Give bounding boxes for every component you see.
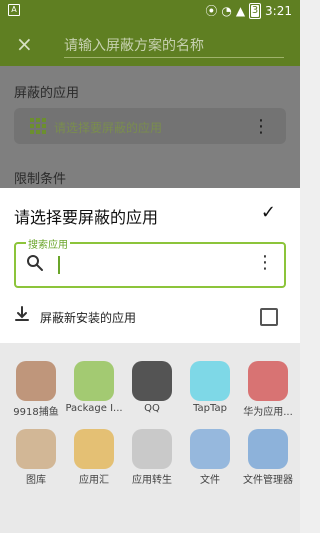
confirm-check-icon[interactable]: ✓ xyxy=(261,202,276,223)
blocked-apps-card[interactable]: 请选择要屏蔽的应用 ⋮ xyxy=(14,108,286,144)
apps-grid: 9918捕鱼 Package I... QQ TapTap 华为应用... 图库 应用汇 应用… xyxy=(0,343,300,533)
app-label: Package I... xyxy=(65,403,123,414)
search-field-label: 搜索应用 xyxy=(26,236,70,251)
more-icon[interactable]: ⋮ xyxy=(252,116,270,137)
signal-icon: ▲ xyxy=(235,3,246,18)
app-icon xyxy=(74,361,114,401)
section-label-restrictions: 限制条件 xyxy=(14,172,67,187)
app-item[interactable]: Package I... xyxy=(64,361,124,414)
blocked-apps-card-text: 请选择要屏蔽的应用 xyxy=(54,121,163,135)
section-label-blocked-apps: 屏蔽的应用 xyxy=(14,86,80,101)
status-icons: ⦿ ◔ ▲ 3 3:21 xyxy=(205,2,292,19)
app-item[interactable]: 文件管理器 xyxy=(238,429,298,486)
battery-level: 3 xyxy=(251,4,260,17)
app-label: 应用汇 xyxy=(79,475,109,486)
search-app-field[interactable]: 搜索应用 ⋮ xyxy=(14,236,286,288)
status-a-icon: A xyxy=(8,4,20,16)
close-icon[interactable]: × xyxy=(16,32,33,56)
block-new-installs-row[interactable]: 屏蔽新安装的应用 xyxy=(14,306,286,328)
app-label: 文件管理器 xyxy=(243,475,293,486)
app-label: 应用转生 xyxy=(132,475,172,486)
app-picker-sheet: 请选择要屏蔽的应用 ✓ 搜索应用 ⋮ 屏蔽新安装的应用 xyxy=(0,188,300,343)
app-item[interactable]: 应用汇 xyxy=(64,429,124,486)
app-icon xyxy=(190,361,230,401)
wifi-icon: ◔ xyxy=(221,3,232,18)
app-icon xyxy=(132,361,172,401)
app-item[interactable]: 文件 xyxy=(180,429,240,486)
app-label: QQ xyxy=(144,403,160,414)
download-icon xyxy=(15,306,29,321)
app-item[interactable]: TapTap xyxy=(180,361,240,414)
search-more-icon[interactable]: ⋮ xyxy=(256,252,274,273)
block-new-installs-label: 屏蔽新安装的应用 xyxy=(40,311,137,325)
app-icon xyxy=(248,429,288,469)
plan-name-input[interactable]: 请输入屏蔽方案的名称 xyxy=(64,35,204,55)
app-icon xyxy=(248,361,288,401)
top-toolbar: × 请输入屏蔽方案的名称 xyxy=(0,20,300,66)
app-icon xyxy=(16,361,56,401)
block-new-installs-checkbox[interactable] xyxy=(260,308,278,326)
app-item[interactable]: 图库 xyxy=(6,429,66,486)
app-label: 9918捕鱼 xyxy=(13,407,59,418)
app-item[interactable]: QQ xyxy=(122,361,182,414)
app-icon xyxy=(190,429,230,469)
app-item[interactable]: 9918捕鱼 xyxy=(6,361,66,418)
location-icon: ⦿ xyxy=(205,4,218,18)
app-label: 华为应用... xyxy=(243,407,293,418)
status-bar: A ⦿ ◔ ▲ 3 3:21 xyxy=(0,0,300,20)
sheet-title: 请选择要屏蔽的应用 xyxy=(14,208,159,227)
app-label: TapTap xyxy=(193,403,227,414)
search-icon xyxy=(27,255,43,271)
grid-icon xyxy=(30,118,46,134)
app-icon xyxy=(16,429,56,469)
app-item[interactable]: 应用转生 xyxy=(122,429,182,486)
app-label: 文件 xyxy=(200,475,220,486)
app-label: 图库 xyxy=(26,475,46,486)
background-form: 屏蔽的应用 请选择要屏蔽的应用 ⋮ 限制条件 xyxy=(0,66,300,188)
title-underline xyxy=(64,57,284,58)
app-item[interactable]: 华为应用... xyxy=(238,361,298,418)
clock: 3:21 xyxy=(265,3,292,18)
text-caret xyxy=(58,256,60,274)
battery-icon: 3 xyxy=(249,2,262,19)
app-icon xyxy=(132,429,172,469)
app-icon xyxy=(74,429,114,469)
